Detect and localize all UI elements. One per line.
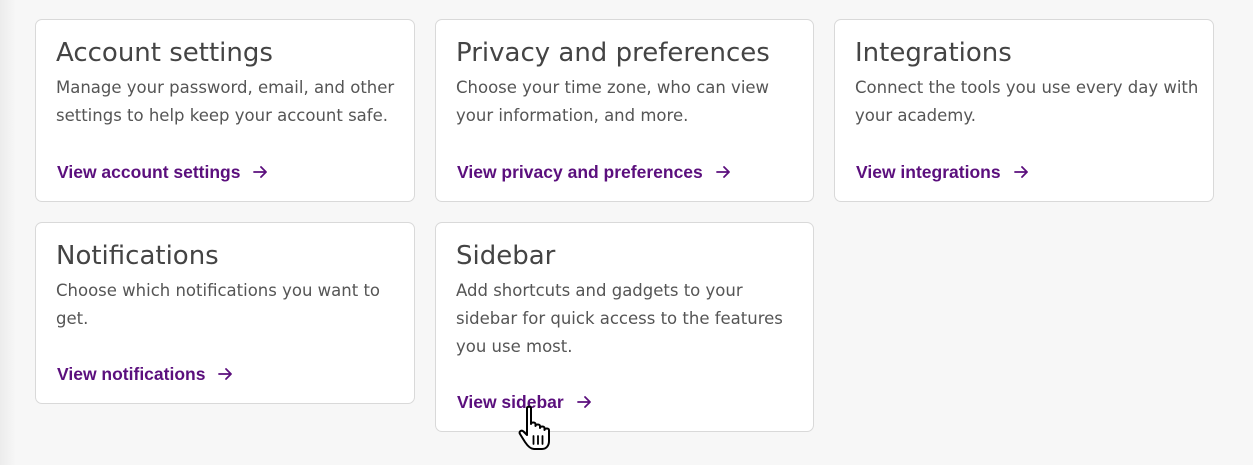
card-description: Choose your time zone, who can view your… <box>456 78 770 125</box>
card-description: Manage your password, email, and other s… <box>56 78 395 125</box>
card-integrations: Integrations Connect the tools you use e… <box>834 19 1214 202</box>
card-title: Privacy and preferences <box>456 38 770 68</box>
card-title: Integrations <box>855 38 1012 68</box>
link-label: View integrations <box>856 162 1001 182</box>
card-privacy-and-preferences: Privacy and preferences Choose your time… <box>435 19 814 202</box>
card-description: Connect the tools you use every day with… <box>855 78 1199 125</box>
view-account-settings-link[interactable]: View account settings <box>57 161 268 183</box>
link-label: View notifications <box>57 364 206 384</box>
card-sidebar: Sidebar Add shortcuts and gadgets to you… <box>435 222 814 432</box>
page-edge-shadow <box>0 0 16 465</box>
arrow-right-icon <box>576 396 591 408</box>
link-label: View account settings <box>57 162 241 182</box>
arrow-right-icon <box>218 368 233 380</box>
card-description: Add shortcuts and gadgets to your sideba… <box>456 281 783 356</box>
arrow-right-icon <box>253 166 268 178</box>
card-account-settings: Account settings Manage your password, e… <box>35 19 415 202</box>
card-description: Choose which notifications you want to g… <box>56 281 381 328</box>
link-label: View privacy and preferences <box>457 162 703 182</box>
hand-pointer-cursor-icon <box>518 405 550 450</box>
arrow-right-icon <box>1013 166 1028 178</box>
view-notifications-link[interactable]: View notifications <box>57 363 233 385</box>
card-title: Sidebar <box>456 241 556 271</box>
view-privacy-and-preferences-link[interactable]: View privacy and preferences <box>457 161 731 183</box>
card-title: Account settings <box>56 38 273 68</box>
card-notifications: Notifications Choose which notifications… <box>35 222 415 404</box>
card-title: Notifications <box>56 241 219 271</box>
arrow-right-icon <box>715 166 730 178</box>
view-integrations-link[interactable]: View integrations <box>856 161 1029 183</box>
